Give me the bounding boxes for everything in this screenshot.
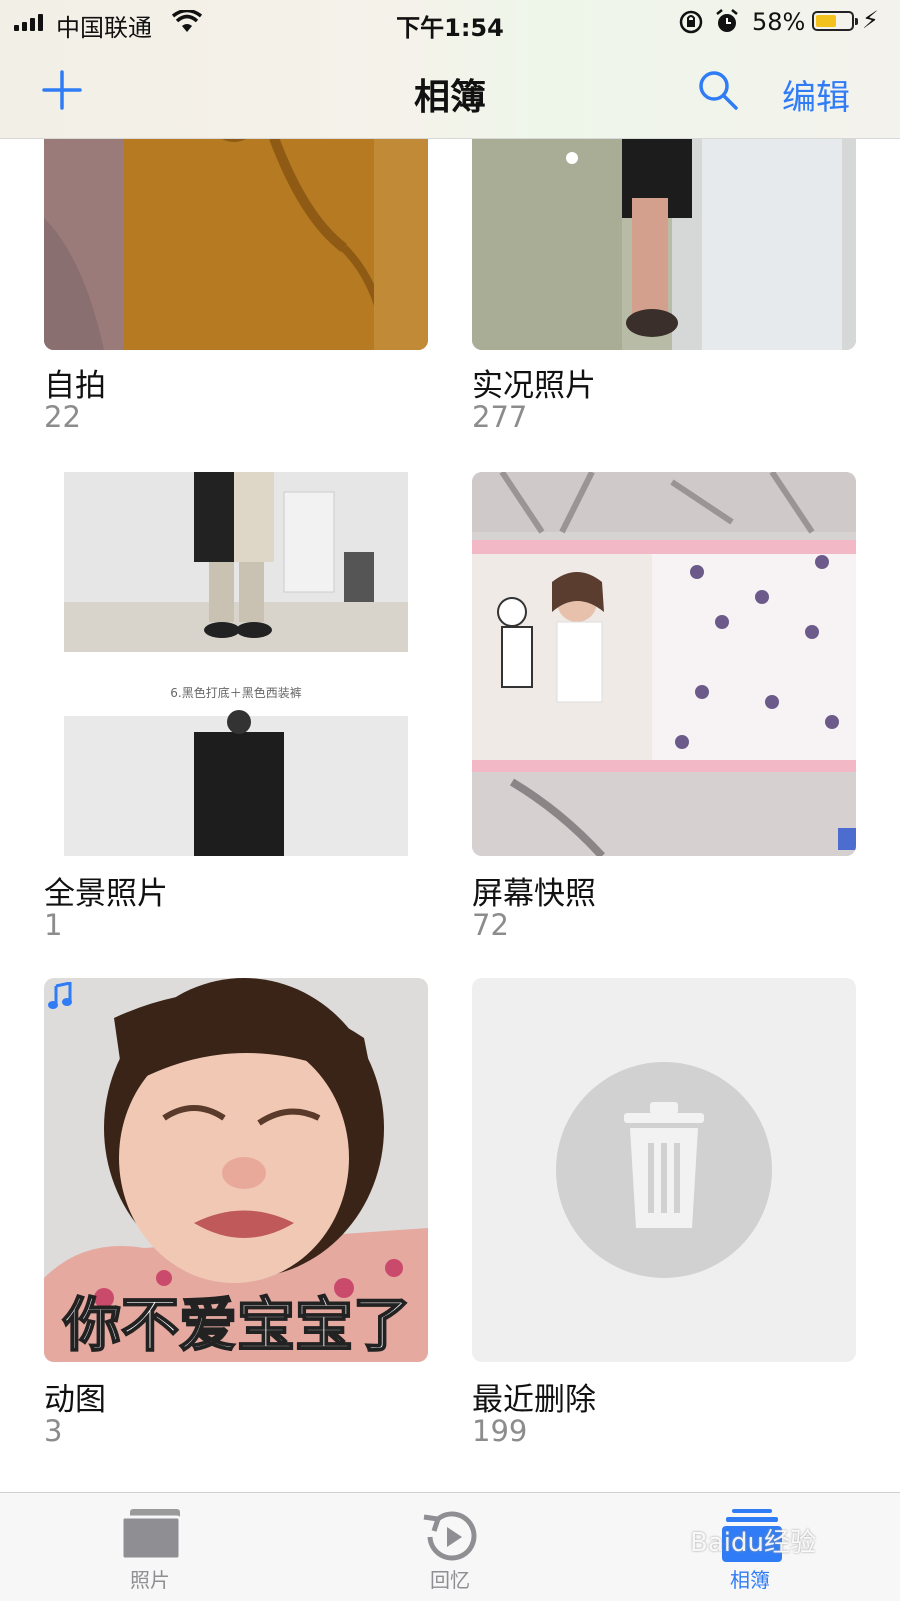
album-count: 277 [472, 400, 528, 434]
photos-stack-icon [120, 1509, 182, 1561]
page-title: 相簿 [413, 77, 486, 118]
album-thumbnail[interactable]: 6.黑色打底＋黑色西装裤 [44, 472, 428, 856]
music-note-icon [48, 982, 72, 1009]
charging-icon: ⚡ [862, 6, 879, 34]
album-panoramas[interactable]: 6.黑色打底＋黑色西装裤 全景照片 1 [44, 472, 428, 952]
tab-label: 照片 [130, 1568, 170, 1592]
album-title: 动图 [44, 1382, 106, 1418]
album-thumbnail[interactable] [472, 472, 856, 856]
album-count: 199 [472, 1414, 528, 1448]
status-bar: 中国联通 下午1:54 58% ⚡ [0, 0, 900, 46]
album-screenshots[interactable]: 屏幕快照 72 [472, 472, 856, 952]
tab-label: 相簿 [730, 1568, 770, 1592]
album-count: 3 [44, 1414, 63, 1448]
tab-memories[interactable]: 回忆 [370, 1493, 530, 1601]
trash-icon [624, 1102, 704, 1228]
alarm-icon [716, 9, 738, 32]
album-live-photos[interactable]: 实况照片 277 [472, 98, 856, 438]
album-thumbnail[interactable]: 你不爱宝宝了 [44, 978, 428, 1362]
album-animated[interactable]: 你不爱宝宝了 动图 3 [44, 978, 428, 1458]
edit-button[interactable]: 编辑 [782, 70, 850, 119]
album-title: 全景照片 [44, 876, 168, 912]
album-recently-deleted[interactable]: 最近删除 199 [472, 978, 856, 1458]
navigation-bar: 相簿 编辑 [0, 46, 900, 138]
tab-photos[interactable]: 照片 [70, 1493, 230, 1601]
album-title: 实况照片 [472, 368, 596, 404]
memories-icon [423, 1511, 477, 1561]
album-selfies[interactable]: 自拍 22 [44, 98, 428, 438]
rotation-lock-icon [679, 10, 703, 34]
battery-percent: 58% [752, 8, 806, 36]
album-count: 1 [44, 908, 63, 942]
thumbnail-caption: 6.黑色打底＋黑色西装裤 [170, 686, 302, 700]
album-count: 22 [44, 400, 81, 434]
album-title: 最近删除 [472, 1382, 596, 1418]
watermark: Baidu经验 [690, 1528, 816, 1558]
battery-icon [812, 11, 858, 31]
album-title: 屏幕快照 [472, 876, 596, 912]
album-thumbnail[interactable] [472, 978, 856, 1362]
tab-label: 回忆 [430, 1568, 470, 1592]
thumbnail-caption: 你不爱宝宝了 [62, 1290, 412, 1360]
top-bar: 中国联通 下午1:54 58% ⚡ 相簿 编辑 [0, 0, 900, 139]
search-icon[interactable] [696, 68, 740, 112]
album-title: 自拍 [44, 368, 106, 404]
album-count: 72 [472, 908, 509, 942]
